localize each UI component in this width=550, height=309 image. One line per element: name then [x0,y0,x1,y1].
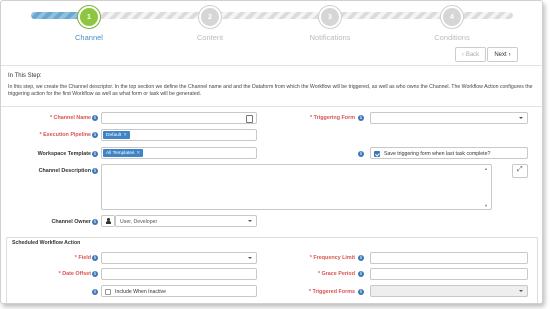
info-icon[interactable]: i [358,289,364,295]
field-label-text: Field [78,255,91,261]
channel-owner-select[interactable]: User, Developer [115,215,257,227]
owner-user-button[interactable] [101,215,115,227]
chevron-left-icon: ‹ [461,51,464,58]
include-inactive-label: Include When Inactive [115,288,167,295]
frequency-limit-label-text: Frequency Limit [313,255,355,261]
info-icon[interactable]: i [92,168,98,174]
step-1-indicator[interactable]: 1 [78,6,100,28]
info-icon[interactable]: i [92,151,98,157]
step-4-label[interactable]: Conditions [412,33,492,42]
execution-pipeline-label: * Execution Pipeline [39,132,91,138]
channel-name-label-text: Channel Name [53,115,91,121]
save-triggering-label: Save triggering form when last task comp… [384,150,491,157]
step-1-label[interactable]: Channel [49,33,129,42]
triggering-form-label-text: Triggering Form [313,115,355,121]
grace-period-label: * Grace Period [317,271,355,277]
calendar-icon[interactable] [246,115,253,123]
include-inactive-box: Include When Inactive [101,285,257,297]
workspace-template-input[interactable]: All Templates ✕ [101,147,257,159]
grace-period-label-text: Grace Period [321,271,355,277]
info-icon[interactable]: i [92,132,98,138]
remove-tag-icon[interactable]: ✕ [136,150,140,156]
save-triggering-box: Save triggering form when last task comp… [370,147,528,159]
chevron-down-icon [519,117,523,119]
workspace-template-label: Workspace Template [37,151,91,157]
frequency-limit-label: * Frequency Limit [309,255,355,261]
step-4-number: 4 [450,13,454,21]
date-offset-label-text: Date Offset [62,271,91,277]
info-icon[interactable]: i [358,115,364,121]
triggering-form-label: * Triggering Form [310,115,355,121]
info-title: In This Step: [8,73,42,79]
step-3-label[interactable]: Notifications [290,33,370,42]
scroll-down-icon[interactable]: ▼ [484,203,488,208]
step-2-label[interactable]: Content [170,33,250,42]
channel-name-input[interactable] [101,112,257,124]
triggered-forms-select[interactable] [370,285,528,297]
info-text: In this step, we create the Channel desc… [8,84,533,97]
field-label: * Field [74,255,91,261]
info-icon[interactable]: i [92,219,98,225]
channel-owner-label: Channel Owner [51,219,91,225]
triggered-forms-label: * Triggered Forms [308,289,355,295]
execution-pipeline-tag-label: Default [106,132,122,138]
chevron-down-icon [248,220,252,222]
execution-pipeline-tag[interactable]: Default ✕ [103,131,130,139]
step-1-number: 1 [87,13,91,21]
step-2-indicator[interactable]: 2 [199,6,221,28]
step-2-number: 2 [208,13,212,21]
back-button[interactable]: ‹ Back [455,47,486,62]
step-3-indicator[interactable]: 3 [319,6,341,28]
expand-icon: ⤢ [517,166,523,173]
next-button[interactable]: Next › [487,47,518,62]
info-icon[interactable]: i [92,115,98,121]
info-icon[interactable]: i [358,271,364,277]
expand-button[interactable]: ⤢ [512,164,528,178]
info-icon[interactable]: i [358,151,364,157]
info-icon[interactable]: i [358,255,364,261]
step-4-indicator[interactable]: 4 [441,6,463,28]
divider [1,65,542,66]
user-icon [106,218,111,224]
back-button-label: Back [465,51,480,58]
include-inactive-checkbox[interactable] [105,288,111,295]
frequency-limit-input[interactable] [370,252,528,264]
execution-pipeline-input[interactable]: Default ✕ [101,129,257,141]
chevron-down-icon [519,290,523,292]
triggered-forms-label-text: Triggered Forms [312,289,355,295]
channel-description-label: Channel Description [38,168,91,174]
channel-owner-value: User, Developer [120,218,158,225]
triggering-form-select[interactable] [370,112,528,124]
execution-pipeline-label-text: Execution Pipeline [43,132,91,138]
info-icon[interactable]: i [92,255,98,261]
field-select[interactable] [101,252,257,264]
date-offset-label: * Date Offset [58,271,91,277]
scroll-up-icon[interactable]: ▲ [484,166,488,171]
workspace-template-tag-label: All Templates [106,150,135,156]
date-offset-input[interactable] [101,268,257,280]
scheduled-workflow-title: Scheduled Workflow Action [12,240,81,246]
channel-description-textarea[interactable]: ▲ ▼ [101,164,492,210]
wizard-window: 1 2 3 4 Channel Content Notifications Co… [0,0,543,304]
info-icon[interactable]: i [92,271,98,277]
grace-period-input[interactable] [370,268,528,280]
chevron-down-icon [248,257,252,259]
chevron-right-icon: › [508,51,511,58]
divider [1,106,542,107]
info-icon[interactable]: i [92,289,98,295]
next-button-label: Next [494,51,507,58]
channel-name-label: * Channel Name [49,115,91,121]
save-triggering-checkbox[interactable] [374,150,380,157]
remove-tag-icon[interactable]: ✕ [123,132,127,138]
workspace-template-tag[interactable]: All Templates ✕ [103,149,144,157]
step-3-number: 3 [328,13,332,21]
